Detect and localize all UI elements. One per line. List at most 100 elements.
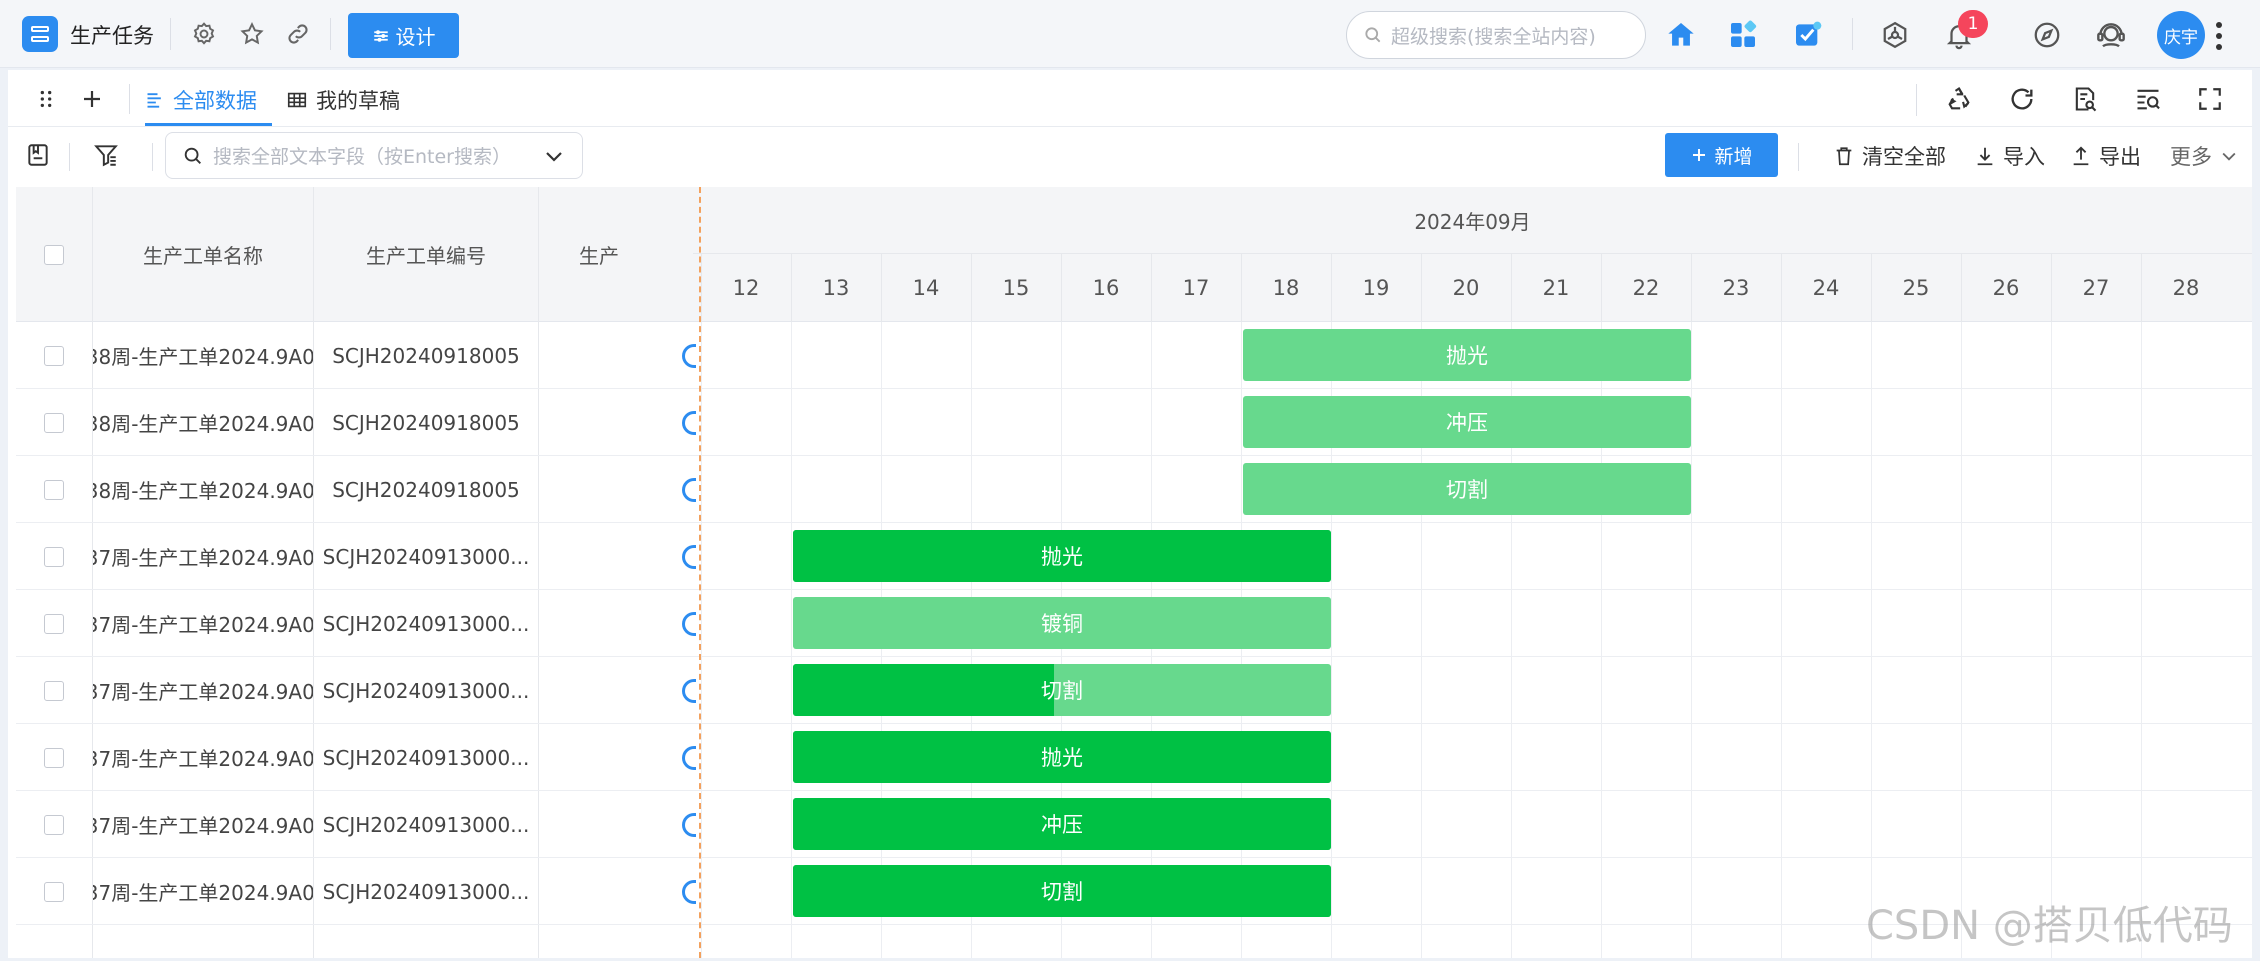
work-order-name-cell[interactable]: 第37周-生产工单2024.9A001 [93,858,313,925]
star-icon[interactable] [238,20,266,48]
table-row[interactable]: 第38周-生产工单2024.9A002SCJH20240918005 抛光 [16,322,2252,389]
table-row[interactable]: 第37周-生产工单2024.9A001SCJH20240913000... 冲压 [16,791,2252,858]
header-work-order-name[interactable]: 生产工单名称 [93,187,313,322]
more-vertical-icon[interactable] [2215,22,2223,50]
row-checkbox[interactable] [44,814,64,835]
table-row[interactable]: 第37周-生产工单2024.9A001SCJH20240913000... 镀铜 [16,590,2252,657]
watermark: CSDN @搭贝低代码 [1866,903,2233,949]
add-record-button[interactable]: 新增 [1665,133,1778,177]
divider [170,18,171,50]
row-checkbox[interactable] [44,680,64,701]
work-order-code-cell[interactable]: SCJH20240913000... [314,791,538,858]
notification-badge: 1 [1958,10,1988,38]
header-work-order-code[interactable]: 生产工单编号 [314,187,538,322]
compass-icon[interactable] [2030,18,2064,52]
work-order-name-cell[interactable]: 第38周-生产工单2024.9A002 [93,389,313,456]
add-view-icon[interactable] [76,83,108,115]
recycle-icon[interactable] [1943,83,1975,115]
more-button[interactable]: 更多 [2170,141,2239,171]
work-order-code-cell[interactable]: SCJH20240918005 [314,389,538,456]
row-checkbox[interactable] [44,747,64,768]
export-button[interactable]: 导出 [2070,141,2141,171]
home-icon[interactable] [1664,18,1698,52]
user-avatar[interactable]: 庆宇 [2157,11,2205,59]
work-order-name-cell[interactable]: 第38周-生产工单2024.9A002 [93,456,313,523]
row-checkbox[interactable] [44,613,64,634]
fullscreen-icon[interactable] [2194,83,2226,115]
filter-icon[interactable] [90,139,122,171]
settings-gear-icon[interactable] [190,20,218,48]
super-search-input[interactable]: 超级搜索(搜索全站内容) [1346,11,1646,59]
table-search-input[interactable]: 搜索全部文本字段（按Enter搜索） [165,132,583,179]
header-status-partial[interactable]: 生产 [539,187,699,322]
status-indicator-icon [682,612,696,636]
drag-handle-icon[interactable] [30,83,62,115]
gantt-day-divider [1961,254,1962,322]
gantt-day-divider [1331,254,1332,322]
import-icon [1977,147,1993,166]
table-row[interactable]: 第38周-生产工单2024.9A002SCJH20240918005 切割 [16,456,2252,523]
clear-all-button[interactable]: 清空全部 [1833,141,1946,171]
gantt-task-bar[interactable]: 镀铜 [793,597,1331,649]
tab-my-drafts[interactable]: 我的草稿 [286,82,400,118]
gantt-task-bar[interactable]: 切割 [793,664,1331,716]
work-order-code-cell[interactable]: SCJH20240913000... [314,590,538,657]
gantt-day-divider [1511,254,1512,322]
row-checkbox[interactable] [44,546,64,567]
status-indicator-icon [682,545,696,569]
work-order-name-cell[interactable]: 第37周-生产工单2024.9A001 [93,724,313,791]
work-order-code-cell[interactable]: SCJH20240913000... [314,858,538,925]
gantt-day-label: 24 [1812,276,1840,300]
work-order-name-cell[interactable]: 第37周-生产工单2024.9A001 [93,523,313,590]
row-checkbox[interactable] [44,479,64,500]
table-row[interactable]: 第37周-生产工单2024.9A001SCJH20240913000... 抛光 [16,523,2252,590]
work-order-name-cell[interactable]: 第37周-生产工单2024.9A001 [93,791,313,858]
gantt-task-bar[interactable]: 抛光 [793,530,1331,582]
work-order-code-cell[interactable]: SCJH20240918005 [314,456,538,523]
work-order-name-cell[interactable]: 第38周-生产工单2024.9A002 [93,322,313,389]
today-marker-line [699,187,701,958]
work-order-code-cell[interactable]: SCJH20240913000... [314,523,538,590]
work-order-name-cell[interactable]: 第37周-生产工单2024.9A001 [93,657,313,724]
list-search-icon[interactable] [2132,83,2164,115]
field-config-icon[interactable] [22,139,54,171]
work-order-code-cell[interactable]: SCJH20240913000... [314,724,538,791]
import-label: 导入 [2003,145,2045,169]
support-agent-icon[interactable] [2094,18,2128,52]
table-row[interactable]: 第37周-生产工单2024.9A001SCJH20240913000... 抛光 [16,724,2252,791]
status-indicator-icon [682,411,696,435]
gantt-task-bar[interactable]: 冲压 [793,798,1331,850]
plus-icon [1693,149,1706,161]
work-order-name-cell[interactable]: 第37周-生产工单2024.9A001 [93,590,313,657]
work-order-code-cell[interactable]: SCJH20240918005 [314,322,538,389]
gantt-task-bar[interactable]: 切割 [1243,463,1691,515]
apps-grid-icon[interactable] [1726,18,1760,52]
row-checkbox[interactable] [44,412,64,433]
gantt-task-bar[interactable]: 抛光 [1243,329,1691,381]
hexagon-icon[interactable] [1878,18,1912,52]
task-check-icon[interactable] [1791,18,1825,52]
import-button[interactable]: 导入 [1974,141,2045,171]
table-row[interactable]: 第37周-生产工单2024.9A001SCJH20240913000... 切割 [16,657,2252,724]
row-select-cell [16,523,92,590]
gantt-task-bar[interactable]: 抛光 [793,731,1331,783]
chevron-down-icon[interactable] [542,144,566,168]
table-row[interactable]: 第38周-生产工单2024.9A002SCJH20240918005 冲压 [16,389,2252,456]
task-bar-label: 镀铜 [1041,612,1083,636]
row-checkbox[interactable] [44,345,64,366]
row-checkbox[interactable] [44,881,64,902]
gantt-day-divider [1151,254,1152,322]
document-search-icon[interactable] [2069,83,2101,115]
work-order-code-cell[interactable]: SCJH20240913000... [314,657,538,724]
tab-all-data[interactable]: 全部数据 [145,82,257,118]
gantt-task-bar[interactable]: 冲压 [1243,396,1691,448]
refresh-icon[interactable] [2006,83,2038,115]
row-select-cell [16,791,92,858]
row-select-cell [16,322,92,389]
design-button[interactable]: 设计 [348,13,459,58]
gantt-task-bar[interactable]: 切割 [793,865,1331,917]
task-bar-label: 抛光 [1041,545,1083,569]
link-icon[interactable] [284,20,312,48]
row-select-cell [16,590,92,657]
select-all-checkbox[interactable] [44,244,64,265]
